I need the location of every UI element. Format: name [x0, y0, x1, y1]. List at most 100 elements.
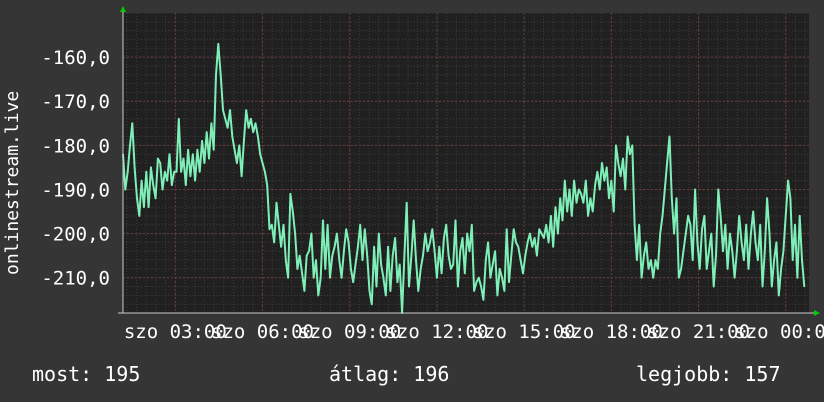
data-point — [547, 241, 550, 244]
data-point — [778, 294, 780, 297]
data-point — [508, 281, 510, 283]
data-point — [412, 219, 415, 222]
data-point — [317, 294, 320, 297]
data-point — [161, 188, 164, 191]
data-point — [701, 228, 703, 230]
data-point — [624, 188, 627, 191]
data-point — [312, 276, 315, 279]
y-tick-label: -170,0 — [41, 91, 110, 113]
data-point — [447, 254, 450, 257]
data-point — [494, 250, 496, 252]
data-point — [643, 254, 645, 257]
data-point — [515, 241, 517, 244]
data-point — [347, 241, 350, 244]
data-point — [408, 285, 410, 288]
data-point — [133, 166, 136, 169]
data-point — [526, 241, 529, 244]
data-point — [631, 144, 634, 147]
data-point — [666, 162, 668, 164]
data-point — [433, 250, 436, 252]
data-point — [791, 259, 794, 261]
data-point — [589, 197, 592, 200]
data-point — [222, 109, 224, 111]
data-point — [315, 259, 317, 261]
data-point — [173, 171, 175, 173]
data-point — [752, 210, 754, 213]
data-point — [352, 281, 355, 283]
data-point — [410, 254, 413, 257]
data-point — [175, 171, 178, 173]
data-point — [289, 193, 292, 195]
data-point — [415, 259, 417, 261]
data-point — [471, 224, 473, 226]
data-point — [438, 246, 441, 248]
data-point — [475, 281, 478, 283]
data-point — [454, 219, 457, 222]
y-tick-label: -160,0 — [41, 47, 110, 69]
data-point — [159, 162, 161, 164]
data-point — [145, 171, 148, 173]
data-point — [485, 259, 487, 261]
data-point — [719, 215, 722, 217]
data-point — [354, 263, 357, 266]
data-point — [510, 254, 513, 257]
data-point — [733, 276, 736, 279]
data-point — [554, 206, 557, 208]
data-point — [801, 259, 803, 261]
y-tick-label: -180,0 — [41, 135, 110, 157]
data-point — [698, 268, 701, 270]
data-point — [305, 254, 308, 257]
data-point — [194, 179, 196, 182]
data-point — [487, 241, 489, 244]
data-point — [705, 268, 708, 270]
data-point — [794, 224, 796, 226]
data-point — [768, 232, 771, 235]
data-point — [517, 246, 520, 248]
data-point — [378, 232, 380, 235]
data-point — [331, 254, 334, 257]
data-point — [594, 184, 596, 186]
data-point — [154, 197, 157, 200]
data-point — [436, 276, 438, 279]
data-point — [501, 276, 503, 279]
x-tick-label: szo 00:00 — [734, 321, 824, 343]
data-point — [296, 268, 299, 270]
data-point — [557, 232, 559, 235]
data-point — [545, 224, 547, 226]
data-point — [659, 232, 661, 235]
data-point — [380, 263, 382, 266]
data-point — [422, 254, 424, 257]
data-point — [140, 179, 143, 182]
data-point — [536, 254, 538, 257]
data-point — [294, 232, 296, 235]
data-point — [215, 74, 217, 76]
data-point — [405, 201, 408, 204]
data-point — [689, 224, 692, 226]
data-point — [443, 237, 445, 239]
data-point — [512, 228, 515, 230]
data-point — [240, 175, 243, 177]
data-point — [696, 241, 699, 244]
data-point — [710, 232, 713, 235]
data-point — [789, 197, 792, 200]
data-point — [587, 215, 589, 217]
data-point — [564, 179, 566, 182]
data-point — [691, 259, 694, 261]
data-point — [164, 171, 166, 173]
data-point — [429, 241, 431, 244]
data-point — [231, 135, 234, 138]
data-point — [654, 259, 657, 261]
data-point — [538, 228, 541, 230]
data-point — [615, 144, 617, 147]
data-point — [682, 250, 685, 252]
data-point — [389, 290, 392, 292]
data-point — [694, 188, 696, 191]
data-point — [761, 285, 764, 288]
y-tick-label: -190,0 — [41, 179, 110, 201]
data-point — [580, 193, 582, 195]
data-point — [343, 250, 345, 252]
data-point — [417, 290, 420, 292]
data-point — [478, 276, 480, 279]
data-point — [261, 162, 264, 164]
data-point — [264, 171, 266, 173]
